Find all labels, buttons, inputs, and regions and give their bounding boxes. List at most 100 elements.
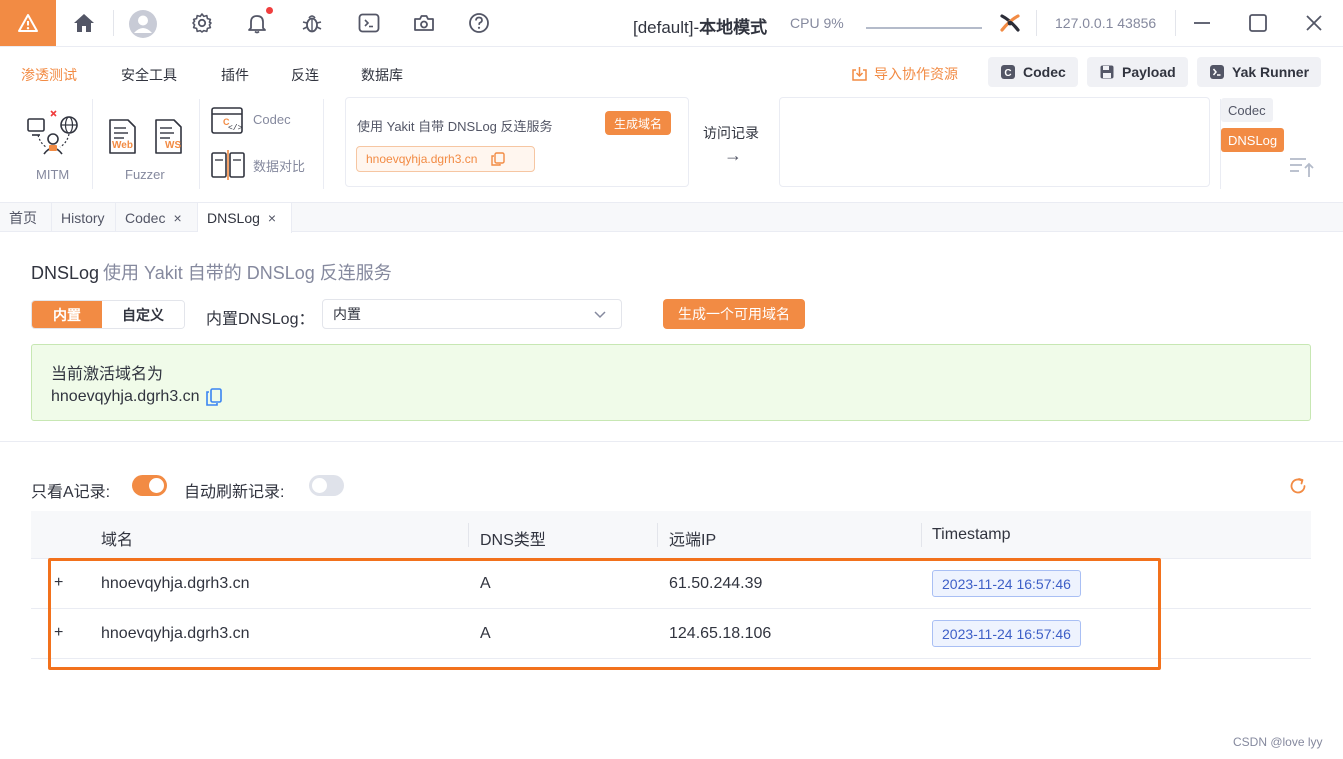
only-a-records-label: 只看A记录: bbox=[31, 484, 111, 501]
divider bbox=[323, 99, 324, 189]
bell-icon[interactable] bbox=[245, 11, 269, 35]
menu-item-plugins[interactable]: 插件 bbox=[221, 65, 249, 85]
yak-runner-button[interactable]: Yak Runner bbox=[1197, 57, 1322, 87]
mode-builtin-button[interactable]: 内置 bbox=[32, 301, 102, 328]
mitm-icon bbox=[27, 110, 78, 155]
divider bbox=[113, 10, 114, 36]
table-row[interactable]: + hnoevqyhja.dgrh3.cn A 61.50.244.39 202… bbox=[31, 559, 1311, 609]
gear-icon[interactable] bbox=[190, 11, 214, 35]
home-icon[interactable] bbox=[72, 11, 96, 35]
divider bbox=[0, 441, 1343, 442]
active-domain-title: 当前激活域名为 bbox=[51, 366, 164, 383]
yak-logo-icon[interactable] bbox=[998, 11, 1022, 35]
engine-address: 127.0.0.1 43856 bbox=[1055, 15, 1157, 31]
save-icon bbox=[1100, 65, 1114, 79]
terminal-icon[interactable] bbox=[357, 11, 381, 35]
divider bbox=[468, 523, 469, 547]
close-icon[interactable] bbox=[1303, 12, 1325, 34]
help-icon[interactable] bbox=[467, 11, 491, 35]
tab-history[interactable]: History bbox=[52, 203, 116, 232]
codec-button[interactable]: C Codec bbox=[988, 57, 1078, 87]
dnslog-select[interactable]: 内置 bbox=[322, 299, 622, 329]
dnslog-card-title: 使用 Yakit 自带 DNSLog 反连服务 bbox=[357, 119, 553, 134]
auto-refresh-label: 自动刷新记录: bbox=[184, 484, 285, 501]
visit-records-box bbox=[779, 97, 1210, 187]
page-subtitle: 使用 Yakit 自带的 DNSLog 反连服务 bbox=[103, 263, 392, 283]
generate-domain-main-button[interactable]: 生成一个可用域名 bbox=[663, 299, 805, 329]
cpu-sparkline bbox=[866, 27, 982, 29]
minimize-icon[interactable] bbox=[1191, 12, 1213, 34]
only-a-records-switch[interactable] bbox=[132, 475, 167, 496]
sort-up-icon[interactable] bbox=[1289, 156, 1315, 181]
side-tab-dnslog[interactable]: DNSLog bbox=[1221, 128, 1285, 152]
maximize-icon[interactable] bbox=[1247, 12, 1269, 34]
row-domain: hnoevqyhja.dgrh3.cn bbox=[101, 625, 250, 642]
row-dns-type: A bbox=[480, 575, 491, 592]
menu-item-reverse[interactable]: 反连 bbox=[291, 65, 319, 85]
generate-domain-button[interactable]: 生成域名 bbox=[605, 111, 672, 135]
auto-refresh-switch[interactable] bbox=[309, 475, 344, 496]
compare-icon bbox=[211, 150, 245, 180]
mitm-label: MITM bbox=[36, 167, 70, 182]
divider bbox=[921, 523, 922, 547]
menu-item-pentest[interactable]: 渗透测试 bbox=[21, 65, 77, 85]
row-dns-type: A bbox=[480, 625, 491, 642]
page-tabs: 首页 History Codec × DNSLog × bbox=[0, 203, 1343, 233]
title-bar: [default]-本地模式 CPU 9% 127.0.0.1 43856 bbox=[0, 0, 1343, 47]
expand-row-icon[interactable]: + bbox=[54, 624, 63, 642]
web-tag: Web bbox=[112, 140, 133, 151]
codec-tool-label: Codec bbox=[253, 112, 291, 127]
import-icon bbox=[852, 67, 867, 81]
codec-tool[interactable]: C </> Codec bbox=[211, 107, 311, 137]
table-row[interactable]: + hnoevqyhja.dgrh3.cn A 124.65.18.106 20… bbox=[31, 609, 1311, 659]
arrow-right-icon: → bbox=[724, 145, 742, 165]
close-tab-icon[interactable]: × bbox=[173, 210, 181, 226]
column-header-timestamp: Timestamp bbox=[932, 526, 1011, 543]
visit-records-label[interactable]: 访问记录 bbox=[703, 123, 759, 143]
row-remote-ip: 61.50.244.39 bbox=[669, 575, 763, 592]
side-tab-codec[interactable]: Codec bbox=[1221, 98, 1273, 122]
main-menu: 渗透测试 安全工具 插件 反连 数据库 导入协作资源 C Codec Paylo… bbox=[0, 47, 1343, 95]
web-fuzzer-tool[interactable]: Web bbox=[108, 119, 140, 155]
payload-button[interactable]: Payload bbox=[1087, 57, 1188, 87]
menu-item-database[interactable]: 数据库 bbox=[361, 65, 403, 85]
table-header: 域名 DNS类型 远端IP Timestamp bbox=[31, 511, 1311, 559]
ws-tag: WS bbox=[165, 140, 182, 151]
codec-tool-icon: C</> bbox=[211, 107, 243, 134]
user-icon[interactable] bbox=[128, 9, 158, 39]
close-tab-icon[interactable]: × bbox=[268, 210, 276, 226]
tab-home[interactable]: 首页 bbox=[0, 203, 52, 232]
domain-chip[interactable]: hnoevqyhja.dgrh3.cn bbox=[356, 146, 535, 172]
bug-icon[interactable] bbox=[300, 11, 324, 35]
svg-text:C: C bbox=[1004, 68, 1011, 79]
terminal-icon bbox=[1210, 65, 1224, 79]
menu-item-security-tools[interactable]: 安全工具 bbox=[121, 65, 177, 85]
refresh-icon[interactable] bbox=[1289, 477, 1307, 498]
copy-icon[interactable] bbox=[491, 152, 506, 166]
credit-watermark: CSDN @love lyy bbox=[1233, 735, 1323, 749]
active-domain: hnoevqyhja.dgrh3.cn bbox=[51, 388, 222, 406]
import-label: 导入协作资源 bbox=[874, 66, 958, 82]
dnslog-mode-toggle: 内置 自定义 bbox=[31, 300, 185, 329]
compare-tool[interactable]: 数据对比 bbox=[211, 150, 321, 180]
active-domain-banner: 当前激活域名为 hnoevqyhja.dgrh3.cn bbox=[31, 344, 1311, 421]
ws-fuzzer-tool[interactable]: WS bbox=[154, 119, 186, 155]
mode-custom-button[interactable]: 自定义 bbox=[102, 301, 184, 328]
expand-row-icon[interactable]: + bbox=[54, 574, 63, 592]
warning-icon[interactable] bbox=[0, 0, 56, 46]
import-resources-link[interactable]: 导入协作资源 bbox=[851, 64, 958, 84]
column-header-remote-ip: 远端IP bbox=[669, 532, 717, 549]
tab-codec[interactable]: Codec × bbox=[116, 203, 198, 232]
divider bbox=[1036, 10, 1037, 36]
dnslog-records-table: 域名 DNS类型 远端IP Timestamp + hnoevqyhja.dgr… bbox=[31, 511, 1311, 659]
column-header-dns-type: DNS类型 bbox=[480, 532, 546, 549]
divider bbox=[199, 99, 200, 189]
notification-dot bbox=[266, 7, 273, 14]
dnslog-select-label: 内置DNSLog： bbox=[206, 311, 315, 328]
divider bbox=[657, 523, 658, 547]
row-domain: hnoevqyhja.dgrh3.cn bbox=[101, 575, 250, 592]
camera-icon[interactable] bbox=[412, 11, 436, 35]
copy-icon[interactable] bbox=[205, 388, 222, 406]
compare-label: 数据对比 bbox=[253, 159, 306, 174]
tab-dnslog[interactable]: DNSLog × bbox=[198, 203, 292, 233]
